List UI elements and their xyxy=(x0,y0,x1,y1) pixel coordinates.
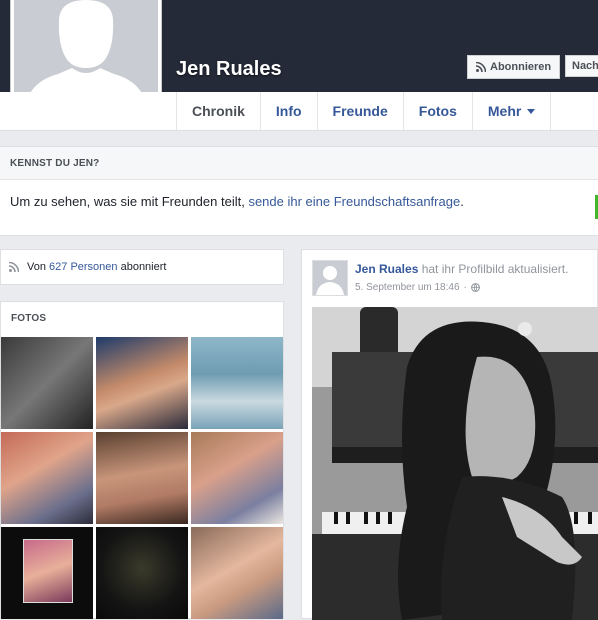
subscribe-button[interactable]: Abonnieren xyxy=(467,55,561,79)
rss-icon xyxy=(9,262,19,272)
tab-label: Info xyxy=(275,103,302,119)
photo-grid xyxy=(1,337,283,619)
rss-icon xyxy=(476,62,486,72)
message-label: Nach xyxy=(572,60,598,72)
know-text: Um zu sehen, was sie mit Freunden teilt,… xyxy=(0,180,598,209)
subscribe-label: Abonnieren xyxy=(490,61,552,73)
photo-thumb[interactable] xyxy=(96,337,188,429)
photo-thumb[interactable] xyxy=(191,337,283,429)
profile-nav: Chronik Info Freunde Fotos Mehr xyxy=(0,92,598,131)
post-header: Jen Ruales hat ihr Profilbild aktualisie… xyxy=(355,262,568,276)
tab-label: Chronik xyxy=(192,103,245,119)
silhouette-icon xyxy=(313,261,347,295)
post-photo[interactable] xyxy=(312,307,598,620)
tab-mehr[interactable]: Mehr xyxy=(471,92,552,130)
tab-freunde[interactable]: Freunde xyxy=(316,92,403,130)
meta-separator: · xyxy=(463,282,467,293)
post-date[interactable]: 5. September um 18:46 xyxy=(355,282,460,293)
photo-thumb[interactable] xyxy=(191,527,283,619)
post-avatar[interactable] xyxy=(312,260,348,296)
tab-info[interactable]: Info xyxy=(259,92,317,130)
timeline-post: Jen Ruales hat ihr Profilbild aktualisie… xyxy=(301,249,598,620)
photo-thumb[interactable] xyxy=(96,527,188,619)
subscribers-prefix: Von xyxy=(27,261,50,273)
know-heading: KENNST DU JEN? xyxy=(0,147,598,180)
friend-request-box: KENNST DU JEN? Um zu sehen, was sie mit … xyxy=(0,146,598,236)
photo-thumb[interactable] xyxy=(1,432,93,524)
subscribers-count-link[interactable]: 627 Personen xyxy=(49,261,118,273)
tab-chronik[interactable]: Chronik xyxy=(176,92,260,130)
tab-label: Freunde xyxy=(332,103,388,119)
post-author-link[interactable]: Jen Ruales xyxy=(355,262,418,276)
profile-name[interactable]: Jen Ruales xyxy=(176,58,282,81)
photo-inset xyxy=(23,539,73,603)
photo-thumb[interactable] xyxy=(96,432,188,524)
photos-heading: FOTOS xyxy=(11,312,47,324)
know-text-suffix: . xyxy=(460,194,464,209)
know-text-body: Um zu sehen, was sie mit Freunden teilt, xyxy=(10,194,249,209)
photo-thumb[interactable] xyxy=(1,337,93,429)
photo-thumb[interactable] xyxy=(191,432,283,524)
photos-box: FOTOS xyxy=(0,301,284,619)
subscribers-text: Von 627 Personen abonniert xyxy=(27,261,166,273)
post-action-text: hat ihr Profilbild aktualisiert. xyxy=(418,262,569,276)
photo-image xyxy=(312,307,598,620)
friend-request-link[interactable]: sende ihr eine Freundschaftsanfrage xyxy=(248,194,460,209)
tab-fotos[interactable]: Fotos xyxy=(402,92,472,130)
tab-label: Mehr xyxy=(487,103,522,119)
globe-icon[interactable] xyxy=(470,283,480,292)
tab-label: Fotos xyxy=(418,103,457,119)
subscribers-suffix: abonniert xyxy=(117,261,167,273)
chevron-down-icon xyxy=(527,108,536,114)
photo-thumb[interactable] xyxy=(1,527,93,619)
message-button[interactable]: Nach xyxy=(565,55,598,77)
subscribers-box: Von 627 Personen abonniert xyxy=(0,249,284,285)
post-meta: 5. September um 18:46 · xyxy=(355,282,480,293)
